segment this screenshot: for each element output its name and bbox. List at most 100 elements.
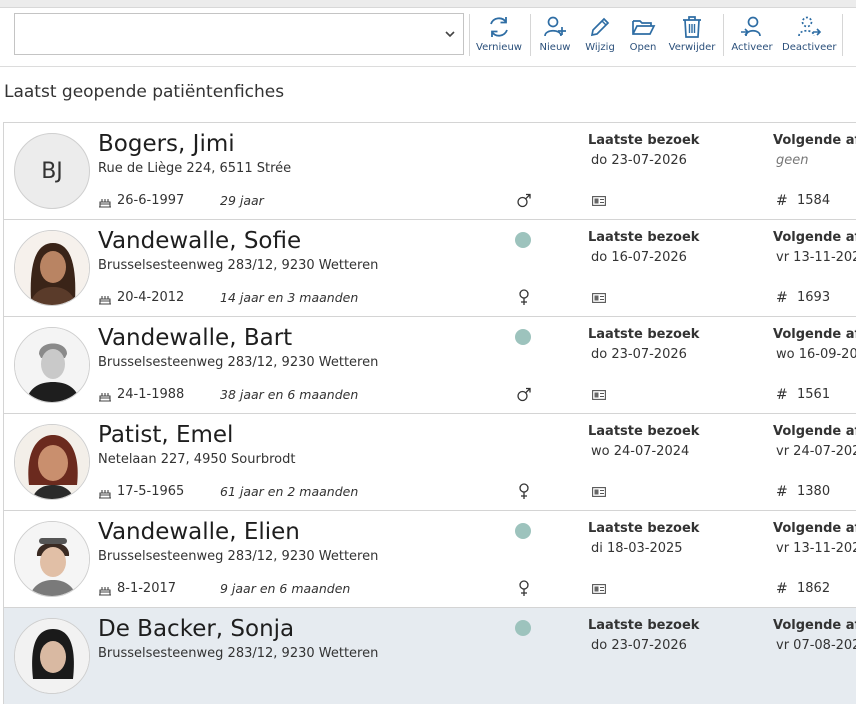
avatar-photo — [14, 521, 90, 597]
patient-card[interactable]: Vandewalle, Elien Brusselsesteenweg 283/… — [3, 510, 856, 607]
toolbar: Vernieuw Nieuw Wijzig Open Verwijder Act… — [0, 8, 856, 67]
activate-button[interactable]: Activeer — [730, 14, 774, 62]
delete-button[interactable]: Verwijder — [667, 14, 717, 62]
next-appointment-value: vr 13-11-2026 — [776, 541, 856, 556]
avatar-initials: BJ — [41, 158, 63, 184]
last-visit-label: Laatste bezoek — [588, 327, 700, 342]
patient-card[interactable]: Vandewalle, Sofie Brusselsesteenweg 283/… — [3, 219, 856, 316]
open-label: Open — [629, 42, 657, 53]
patient-card[interactable]: BJ Bogers, Jimi Rue de Liège 224, 6511 S… — [3, 122, 856, 219]
window-top-strip — [0, 0, 856, 8]
patient-number: 1380 — [797, 484, 831, 499]
next-appointment-value: geen — [776, 153, 809, 168]
pencil-icon — [590, 17, 610, 37]
avatar-photo — [14, 230, 90, 306]
patient-age: 9 jaar en 6 maanden — [220, 581, 351, 596]
next-appointment-label: Volgende afsp — [773, 618, 856, 633]
folder-open-icon — [632, 20, 656, 35]
id-card-icon — [592, 487, 606, 497]
birthday-cake-icon — [99, 296, 111, 305]
patient-address: Brusselsesteenweg 283/12, 9230 Wetteren — [98, 355, 379, 370]
id-card-icon — [592, 584, 606, 594]
patient-age: 29 jaar — [220, 193, 264, 208]
toolbar-separator — [842, 14, 843, 56]
patient-search-select[interactable] — [14, 13, 464, 55]
patient-age: 61 jaar en 2 maanden — [220, 484, 359, 499]
patient-address: Rue de Liège 224, 6511 Strée — [98, 161, 292, 176]
last-visit-value: do 23-07-2026 — [591, 347, 687, 362]
last-visit-value: wo 24-07-2024 — [591, 444, 690, 459]
trash-icon — [683, 16, 701, 38]
hash-icon: # — [776, 581, 788, 597]
last-visit-label: Laatste bezoek — [588, 618, 700, 633]
last-visit-value: do 23-07-2026 — [591, 638, 687, 653]
patient-number: 1561 — [797, 387, 831, 402]
chevron-down-icon[interactable] — [443, 27, 457, 41]
hash-icon: # — [776, 484, 788, 500]
open-button[interactable]: Open — [626, 14, 660, 62]
next-appointment-label: Volgende afsp — [773, 424, 856, 439]
female-icon — [519, 289, 529, 305]
edit-button[interactable]: Wijzig — [582, 14, 618, 62]
refresh-button[interactable]: Vernieuw — [474, 14, 524, 62]
patient-number: 1862 — [797, 581, 831, 596]
toolbar-separator — [469, 14, 470, 56]
id-card-icon — [592, 390, 606, 400]
hash-icon: # — [776, 290, 788, 306]
add-person-icon — [544, 16, 566, 37]
deactivate-label: Deactiveer — [782, 42, 837, 53]
delete-label: Verwijder — [668, 42, 716, 53]
patient-card[interactable]: Vandewalle, Bart Brusselsesteenweg 283/1… — [3, 316, 856, 413]
refresh-label: Vernieuw — [476, 42, 522, 53]
patient-dob: 26-6-1997 — [117, 193, 185, 208]
next-appointment-label: Volgende afsp — [773, 230, 856, 245]
id-card-icon — [592, 293, 606, 303]
next-appointment-label: Volgende afsp — [773, 133, 856, 148]
last-visit-value: di 18-03-2025 — [591, 541, 683, 556]
more-toolbar-button[interactable] — [848, 14, 856, 62]
avatar-photo — [14, 327, 90, 403]
avatar-photo — [14, 424, 90, 500]
patient-address: Brusselsesteenweg 283/12, 9230 Wetteren — [98, 646, 379, 661]
birthday-cake-icon — [99, 490, 111, 499]
next-appointment-value: vr 24-07-2026 — [776, 444, 856, 459]
patient-dob: 24-1-1988 — [117, 387, 185, 402]
patient-name: Vandewalle, Bart — [98, 325, 293, 351]
female-icon — [519, 483, 529, 499]
deactivate-person-icon — [798, 16, 822, 37]
next-appointment-value: vr 13-11-2026 — [776, 250, 856, 265]
last-visit-label: Laatste bezoek — [588, 133, 700, 148]
male-icon — [517, 193, 531, 208]
patient-name: Patist, Emel — [98, 422, 234, 448]
patient-dob: 8-1-2017 — [117, 581, 177, 596]
birthday-cake-icon — [99, 393, 111, 402]
last-visit-label: Laatste bezoek — [588, 424, 700, 439]
birthday-cake-icon — [99, 199, 111, 208]
activate-label: Activeer — [731, 42, 773, 53]
last-visit-value: do 16-07-2026 — [591, 250, 687, 265]
patient-address: Brusselsesteenweg 283/12, 9230 Wetteren — [98, 258, 379, 273]
hash-icon: # — [776, 193, 788, 209]
next-appointment-label: Volgende afsp — [773, 521, 856, 536]
hash-icon: # — [776, 387, 788, 403]
patient-name: De Backer, Sonja — [98, 616, 295, 642]
patient-card[interactable]: Patist, Emel Netelaan 227, 4950 Sourbrod… — [3, 413, 856, 510]
patient-number: 1693 — [797, 290, 831, 305]
last-visit-label: Laatste bezoek — [588, 521, 700, 536]
edit-label: Wijzig — [585, 42, 615, 53]
section-title: Laatst geopende patiëntenfiches — [4, 82, 285, 102]
id-card-icon — [592, 196, 606, 206]
patient-age: 14 jaar en 3 maanden — [220, 290, 359, 305]
patient-name: Vandewalle, Sofie — [98, 228, 302, 254]
male-icon — [517, 387, 531, 402]
patient-card-selected[interactable]: De Backer, Sonja Brusselsesteenweg 283/1… — [3, 607, 856, 704]
next-appointment-value: wo 16-09-202 — [776, 347, 856, 362]
deactivate-button[interactable]: Deactiveer — [782, 14, 837, 62]
new-patient-label: Nieuw — [539, 42, 571, 53]
avatar-photo — [14, 618, 90, 694]
refresh-icon — [490, 17, 508, 37]
patient-dob: 20-4-2012 — [117, 290, 185, 305]
status-dot — [515, 329, 531, 345]
patient-number: 1584 — [797, 193, 831, 208]
new-patient-button[interactable]: Nieuw — [536, 14, 574, 62]
